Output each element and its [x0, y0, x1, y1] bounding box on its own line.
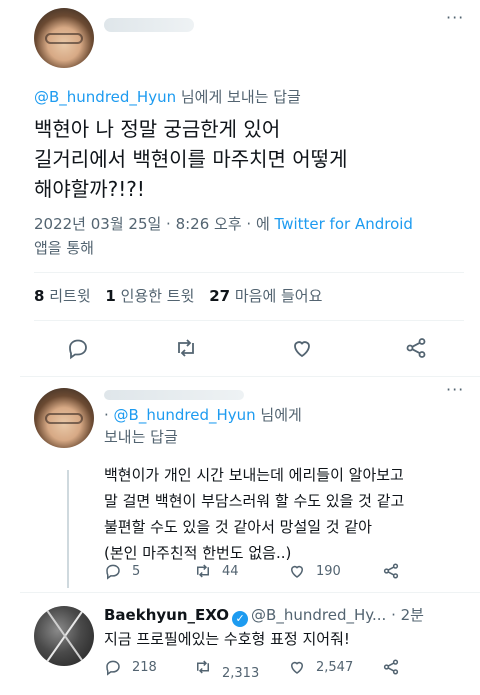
retweets-label[interactable]: 리트윗 — [49, 287, 90, 305]
reply-count: 218 — [132, 659, 157, 675]
reply-author-avatar[interactable] — [34, 388, 94, 448]
likes-label[interactable]: 마음에 들어요 — [235, 287, 323, 305]
timestamp[interactable]: 2022년 03월 25일 · 8:26 오후 · 에 — [34, 215, 275, 233]
reply-actions: 5 44 190 — [104, 562, 434, 584]
replying-to: @B_hundred_Hyun 님에게 보내는 답글 — [34, 88, 301, 106]
quotes-label[interactable]: 인용한 트윗 — [121, 287, 195, 305]
reply-text-line: 불편할 수도 있을 것 같아서 망설일 것 같아 — [104, 518, 372, 536]
exo-avatar[interactable] — [34, 606, 94, 666]
reply-count: 5 — [132, 563, 141, 579]
reply-button[interactable]: 5 — [104, 562, 140, 580]
replying-to-cont: 보내는 답글 — [104, 428, 178, 446]
reply-text-line: 백현이가 개인 시간 보내는데 에리들이 알아보고 — [104, 466, 404, 484]
like-icon — [290, 661, 304, 674]
divider — [20, 376, 480, 377]
like-button[interactable]: 2,547 — [288, 658, 353, 676]
tweet-meta: 2022년 03월 25일 · 8:26 오후 · 에 Twitter for … — [34, 212, 464, 260]
reply-button[interactable]: 218 — [104, 658, 157, 676]
divider — [20, 592, 480, 593]
more-dots-icon[interactable]: ··· — [446, 8, 464, 27]
share-icon — [383, 563, 399, 579]
author-name-redacted — [104, 18, 194, 32]
tweet-time[interactable]: · 2분 — [391, 606, 424, 624]
reply-tweet: · @B_hundred_Hyun 님에게 보내는 답글 백현이가 개인 시간 … — [104, 404, 474, 566]
divider — [34, 272, 464, 273]
retweet-button[interactable]: 2,313 — [194, 658, 259, 681]
tweet-text-line: 백현아 나 정말 궁금한게 있어 — [34, 117, 281, 141]
reply-icon — [106, 564, 120, 580]
like-icon — [290, 565, 304, 578]
tweet-text-line: 해야할까?!?! — [34, 177, 145, 201]
display-name[interactable]: Baekhyun_EXO — [104, 606, 229, 624]
source-suffix: 앱을 통해 — [34, 239, 94, 257]
quotes-count[interactable]: 1 — [105, 287, 115, 305]
reply-to-handle-link[interactable]: @B_hundred_Hyun — [114, 406, 256, 424]
share-button[interactable] — [382, 562, 400, 580]
like-icon[interactable] — [290, 336, 314, 360]
likes-count[interactable]: 27 — [209, 287, 230, 305]
retweet-count: 2,313 — [222, 665, 260, 681]
reply-text-line: 말 걸면 백현이 부담스러워 할 수도 있을 것 같고 — [104, 492, 405, 510]
retweet-icon[interactable] — [174, 336, 198, 360]
share-icon[interactable] — [404, 336, 428, 360]
tweet-actions — [34, 332, 464, 368]
tweet-stats: 8 리트윗 1 인용한 트윗 27 마음에 들어요 — [34, 285, 332, 306]
exo-tweet-header: Baekhyun_EXO ✓ @B_hundred_Hy... · 2분 — [104, 604, 424, 627]
divider — [34, 320, 464, 321]
retweet-icon — [197, 564, 209, 578]
tweet-text-line: 길거리에서 백현이를 마주치면 어떻게 — [34, 147, 348, 171]
like-count: 190 — [316, 563, 341, 579]
share-icon — [383, 659, 399, 675]
more-dots-icon[interactable]: ··· — [446, 380, 464, 399]
reply-icon — [106, 660, 120, 676]
exo-tweet-actions: 218 2,313 2,547 — [104, 658, 434, 681]
retweet-count: 44 — [222, 563, 239, 579]
thread-connector — [67, 470, 69, 588]
reply-text: 백현이가 개인 시간 보내는데 에리들이 알아보고 말 걸면 백현이 부담스러워… — [104, 462, 474, 566]
retweet-icon — [197, 660, 209, 674]
author-avatar[interactable] — [34, 8, 94, 68]
exo-tweet-text: 지금 프로필에있는 수호형 표정 지어줘! — [104, 630, 350, 648]
share-button[interactable] — [382, 658, 400, 676]
verified-badge-icon: ✓ — [232, 611, 249, 627]
source-link[interactable]: Twitter for Android — [275, 215, 413, 233]
reply-to-handle-link[interactable]: @B_hundred_Hyun — [34, 88, 176, 106]
replying-to: · @B_hundred_Hyun 님에게 — [104, 406, 302, 424]
retweets-count[interactable]: 8 — [34, 287, 44, 305]
like-button[interactable]: 190 — [288, 562, 341, 580]
handle[interactable]: @B_hundred_Hy... — [251, 606, 386, 624]
reply-icon[interactable] — [66, 336, 90, 360]
tweet-text: 백현아 나 정말 궁금한게 있어 길거리에서 백현이를 마주치면 어떻게 해야할… — [34, 114, 464, 204]
retweet-button[interactable]: 44 — [194, 562, 239, 580]
like-count: 2,547 — [316, 659, 354, 675]
reply-author-name-redacted — [104, 390, 244, 400]
